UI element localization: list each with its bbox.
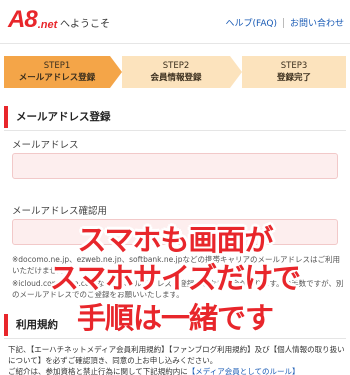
step-2-member-info: STEP2 会員情報登録 (122, 56, 230, 88)
step-3-complete: STEP3 登録完了 (242, 56, 346, 88)
help-faq-link[interactable]: ヘルプ(FAQ) (226, 16, 277, 29)
email-input[interactable] (12, 153, 338, 179)
step-arrow (110, 56, 122, 88)
contact-link[interactable]: お問い合わせ (290, 16, 344, 29)
welcome-text: へようこそ (60, 19, 110, 30)
step-label: 会員情報登録 (150, 73, 202, 83)
step-label: メールアドレス登録 (18, 73, 96, 83)
section-divider (4, 130, 346, 131)
email-section-title: メールアドレス登録 (4, 106, 346, 128)
header-links: ヘルプ(FAQ) お問い合わせ (226, 16, 344, 29)
step-label: 登録完了 (276, 73, 311, 83)
step-arrow (230, 56, 242, 88)
step-1-email-registration: STEP1 メールアドレス登録 (4, 56, 110, 88)
step-number: STEP3 (280, 61, 308, 71)
overlay-caption-line-1: スマホも画面が (77, 223, 273, 257)
email-label: メールアドレス (12, 140, 79, 151)
overlay-caption-line-3: 手順は一緒です (76, 301, 274, 335)
site-header: A8 .net へようこそ ヘルプ(FAQ) お問い合わせ (0, 0, 350, 44)
terms-rules-prefix: ご紹介は、参加資格と禁止行為に関して下記規約内に (8, 367, 188, 375)
step-number: STEP2 (162, 61, 190, 71)
header-link-divider (282, 17, 284, 28)
registration-steps: STEP1 メールアドレス登録 STEP2 会員情報登録 STEP3 登録完了 (0, 48, 350, 98)
media-rules-link[interactable]: 【メディア会員としてのルール】 (188, 367, 300, 375)
section-divider (4, 338, 346, 339)
a8net-logo[interactable]: A8 .net (8, 8, 57, 32)
logo-sub: .net (37, 19, 58, 31)
overlay-caption-line-2: スマホサイズだけで (49, 261, 301, 295)
terms-intro-text: 下記、【エーハチネットメディア会員利用規約】【ファンブログ利用規約】及び【個人情… (8, 345, 345, 365)
email-confirm-label: メールアドレス確認用 (12, 206, 108, 217)
step-number: STEP1 (43, 61, 71, 71)
logo-main: A8 (8, 6, 38, 33)
terms-rules-text: ご紹介は、参加資格と禁止行為に関して下記規約内に【メディア会員としてのルール】 (8, 366, 346, 375)
